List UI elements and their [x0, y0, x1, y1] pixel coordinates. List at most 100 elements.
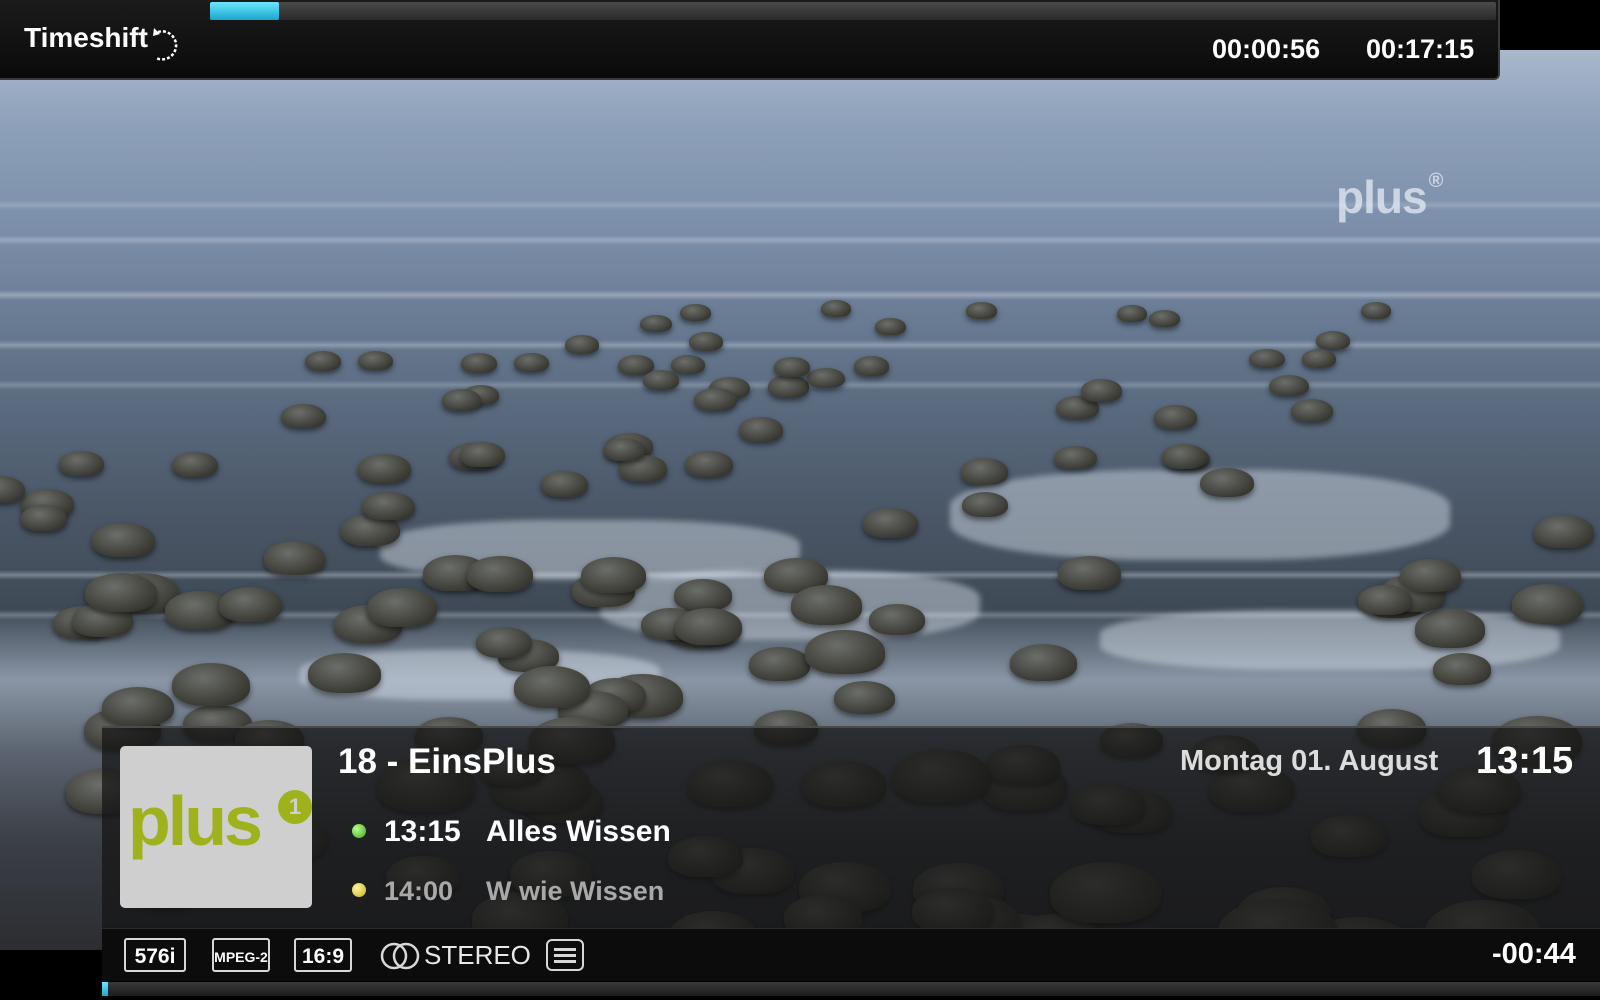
timeshift-bar: Timeshift 00:00:56 00:17:15: [0, 0, 1500, 80]
crab-shell: [674, 579, 732, 611]
crab-shell: [640, 314, 672, 333]
event-progress-fill: [102, 982, 108, 996]
crab-shell: [790, 585, 863, 625]
channel-logo-text: plus: [128, 782, 263, 860]
next-program-time: 14:00: [384, 876, 454, 906]
resolution-badge: 576i: [124, 938, 186, 972]
crab-shell: [685, 451, 733, 478]
crab-shell: [92, 522, 155, 558]
crab-shell: [307, 653, 382, 694]
crab-shell: [1269, 374, 1309, 397]
crab-shell: [1357, 585, 1413, 616]
crab-shell: [680, 304, 712, 322]
wave-crest: [0, 340, 1600, 350]
timeshift-total: 00:17:15: [1366, 34, 1475, 64]
now-indicator-icon: [352, 824, 366, 838]
crab-shell: [58, 451, 105, 477]
crab-shell: [1315, 331, 1351, 351]
crab-shell: [748, 647, 811, 682]
timeshift-progress-fill: [210, 2, 280, 20]
crab-shell: [1301, 349, 1337, 369]
crab-shell: [280, 403, 326, 429]
crab-shell: [834, 680, 896, 715]
crab-shell: [1161, 444, 1207, 469]
crab-shell: [357, 351, 393, 371]
crab-shell: [475, 627, 532, 658]
channel-watermark: plus ®: [1336, 170, 1443, 223]
crab-shell: [367, 588, 437, 627]
event-progress-bar: [102, 982, 1600, 996]
current-time: 13:15: [1476, 740, 1574, 782]
crab-shell: [514, 665, 591, 708]
crab-shell: [580, 556, 647, 593]
next-indicator-icon: [352, 883, 366, 897]
crab-shell: [442, 389, 482, 411]
crab-shell: [461, 352, 498, 373]
teletext-icon: [546, 939, 584, 971]
timeshift-progress-bar[interactable]: [210, 2, 1496, 20]
stereo-icon: [380, 942, 420, 970]
crab-shell: [1010, 644, 1078, 681]
crab-shell: [362, 491, 415, 521]
crab-shell: [1154, 405, 1197, 429]
crab-shell: [670, 355, 706, 375]
crab-shell: [862, 508, 918, 539]
crab-shell: [84, 572, 157, 613]
channel-logo-mark: 1: [278, 790, 312, 824]
crab-shell: [603, 438, 645, 461]
crab-shell: [960, 458, 1009, 485]
crab-shell: [540, 471, 588, 498]
crab-shell: [874, 317, 907, 336]
crab-shell: [869, 604, 926, 635]
audio-mode-label: STEREO: [424, 940, 531, 970]
crab-shell: [219, 586, 282, 622]
crab-shell: [642, 369, 679, 390]
wave-crest: [0, 290, 1600, 300]
channel-logo: plus 1: [120, 746, 312, 908]
wave-crest: [0, 200, 1600, 210]
crab-shell: [1533, 515, 1594, 549]
crab-shell: [459, 441, 505, 467]
now-program-time: 13:15: [384, 815, 461, 848]
crab-shell: [805, 630, 885, 674]
crab-shell: [694, 387, 738, 412]
crab-shell: [263, 541, 325, 575]
crab-shell: [689, 332, 723, 351]
crab-shell: [853, 356, 890, 376]
now-program-title: Alles Wissen: [486, 815, 671, 848]
crab-shell: [1399, 558, 1462, 593]
crab-shell: [1053, 445, 1097, 470]
next-program-title: W wie Wissen: [486, 876, 665, 906]
crab-shell: [1248, 348, 1285, 369]
crab-shell: [20, 504, 68, 531]
timeshift-elapsed: 00:00:56: [1212, 34, 1321, 64]
crab-shell: [767, 374, 810, 398]
codec-badge: MPEG-2: [212, 938, 270, 972]
crab-shell: [966, 302, 997, 319]
timeshift-rewind-icon: [153, 28, 178, 61]
crab-shell: [774, 356, 811, 377]
remaining-time: -00:44: [1492, 938, 1576, 970]
crab-shell: [1415, 609, 1486, 648]
crab-shell: [1199, 467, 1254, 498]
crab-shell: [807, 367, 845, 389]
crab-shell: [514, 353, 549, 373]
wave-crest: [0, 235, 1600, 245]
crab-shell: [961, 492, 1008, 518]
crab-shell: [1149, 310, 1181, 328]
crab-shell: [1511, 584, 1584, 624]
channel-name: 18 - EinsPlus: [338, 742, 556, 781]
crab-shell: [358, 453, 412, 484]
crab-shell: [171, 662, 250, 706]
crab-shell: [1116, 305, 1148, 323]
crab-shell: [1291, 398, 1334, 423]
crab-shell: [102, 686, 175, 727]
current-date: Montag 01. August: [1180, 745, 1439, 777]
crab-shell: [1058, 555, 1121, 591]
crab-shell: [675, 608, 743, 645]
crab-shell: [172, 452, 219, 478]
crab-shell: [565, 335, 600, 354]
crab-shell: [1361, 302, 1392, 319]
timeshift-title: Timeshift: [24, 22, 148, 53]
crab-shell: [1432, 653, 1491, 686]
